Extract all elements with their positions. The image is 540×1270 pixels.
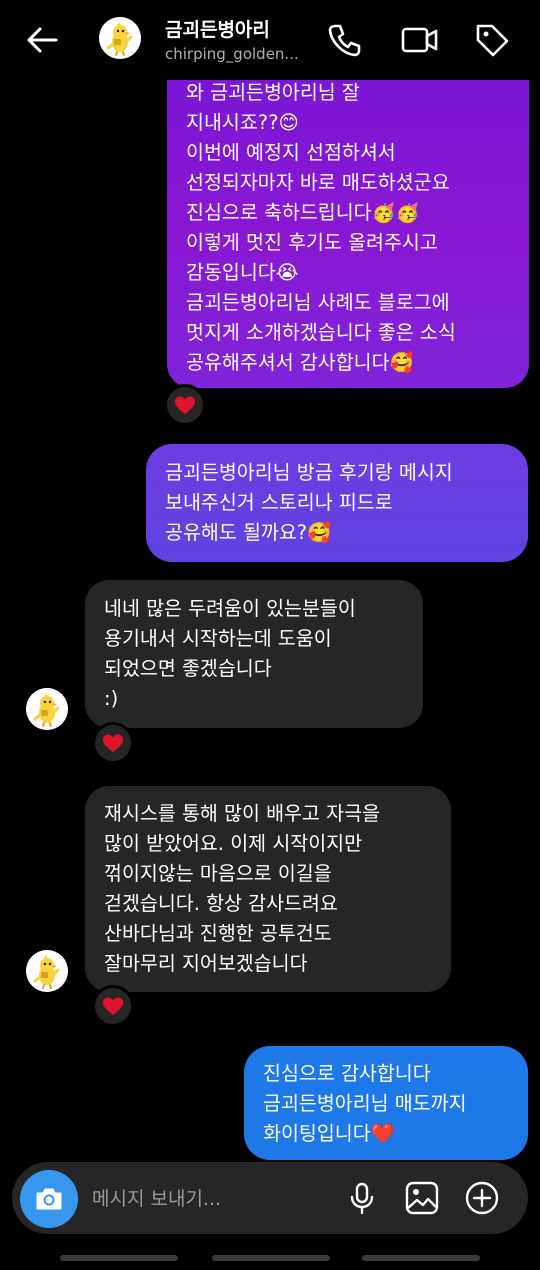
- tag-icon[interactable]: [472, 20, 512, 60]
- incoming-message-bubble[interactable]: 네네 많은 두려움이 있는분들이 용기내서 시작하는데 도움이 되었으면 좋겠습…: [85, 580, 423, 728]
- heart-icon: [101, 994, 125, 1018]
- chick-avatar-icon: [26, 950, 68, 992]
- message-input[interactable]: [90, 1182, 334, 1216]
- heart-reaction[interactable]: [92, 985, 134, 1027]
- image-icon[interactable]: [404, 1180, 440, 1216]
- outgoing-message-bubble[interactable]: 금괴든병아리님 방금 후기랑 메시지 보내주신거 스토리나 피드로 공유해도 될…: [146, 444, 528, 562]
- sender-avatar[interactable]: [26, 950, 68, 992]
- heart-icon: [101, 731, 125, 755]
- camera-icon: [36, 1188, 62, 1210]
- nav-bar-right[interactable]: [362, 1255, 480, 1261]
- nav-bar-center[interactable]: [212, 1255, 330, 1261]
- sender-avatar[interactable]: [26, 688, 68, 730]
- chat-header: 금괴든병아리 chirping_golden...: [0, 0, 540, 80]
- contact-avatar[interactable]: [99, 17, 141, 59]
- plus-circle-icon[interactable]: [464, 1180, 500, 1216]
- phone-icon[interactable]: [324, 20, 364, 60]
- outgoing-message-bubble[interactable]: 진심으로 감사합니다 금괴든병아리님 매도까지 화이팅입니다❤️: [244, 1046, 528, 1160]
- contact-name[interactable]: 금괴든병아리: [165, 15, 270, 42]
- chick-avatar-icon: [26, 688, 68, 730]
- chick-avatar-icon: [99, 17, 141, 59]
- message-composer: [12, 1162, 528, 1234]
- contact-username[interactable]: chirping_golden...: [165, 45, 299, 63]
- video-icon[interactable]: [400, 20, 440, 60]
- back-arrow-icon[interactable]: [22, 20, 62, 60]
- outgoing-message-bubble[interactable]: 와 금괴든병아리님 잘 지내시죠??😊 이번에 예정지 선점하셔서 선정되자마자…: [167, 56, 529, 388]
- heart-reaction[interactable]: [164, 384, 206, 426]
- nav-bar-left[interactable]: [60, 1255, 178, 1261]
- heart-reaction[interactable]: [92, 722, 134, 764]
- microphone-icon[interactable]: [344, 1180, 380, 1216]
- heart-icon: [173, 393, 197, 417]
- camera-button[interactable]: [20, 1170, 78, 1228]
- incoming-message-bubble[interactable]: 재시스를 통해 많이 배우고 자극을 많이 받았어요. 이제 시작이지만 꺾이지…: [85, 786, 451, 992]
